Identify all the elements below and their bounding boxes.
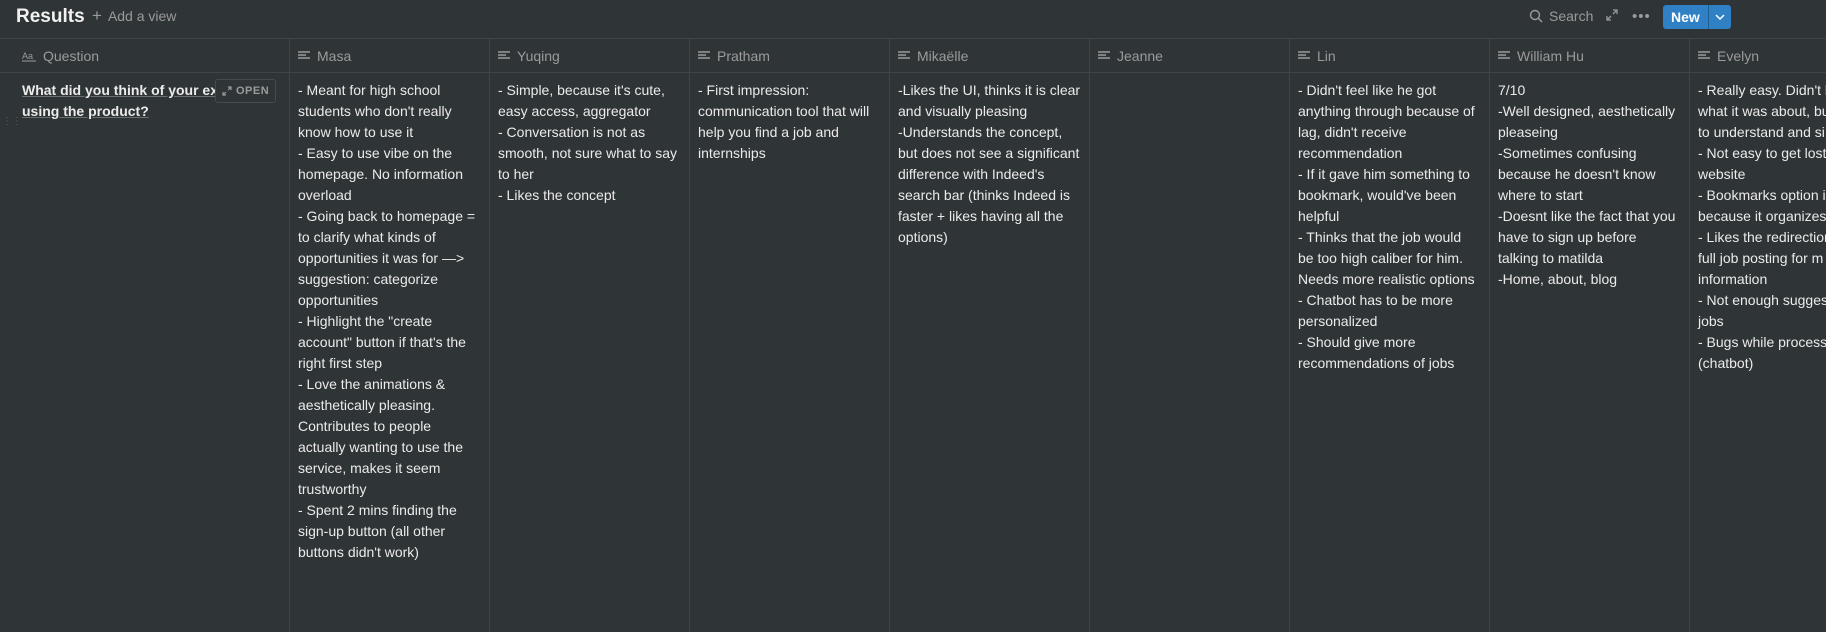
search-button[interactable]: Search	[1529, 8, 1593, 24]
text-lines-icon	[1098, 50, 1110, 59]
column-header-label: Lin	[1317, 47, 1336, 64]
column-header-yuqing[interactable]: Yuqing	[490, 39, 689, 73]
new-button[interactable]: New	[1663, 5, 1708, 29]
plus-icon: +	[92, 6, 102, 25]
column-header-pratham[interactable]: Pratham	[690, 39, 889, 73]
open-button[interactable]: OPEN	[215, 79, 277, 103]
top-bar: Results + Add a view Search ••• New	[0, 0, 1826, 36]
expand-icon[interactable]	[1606, 9, 1618, 21]
column-header-lin[interactable]: Lin	[1290, 39, 1489, 73]
column-header-mikaelle[interactable]: Mikaëlle	[890, 39, 1089, 73]
search-label: Search	[1549, 8, 1594, 24]
search-icon	[1529, 9, 1543, 23]
question-text: What did you think of your exp using the…	[22, 82, 227, 119]
column-header-william-hu[interactable]: William Hu	[1490, 39, 1689, 73]
column-header-label: Yuqing	[517, 47, 560, 64]
open-arrows-icon	[222, 86, 232, 96]
response-cell-lin[interactable]: - Didn't feel like he got anything throu…	[1290, 73, 1489, 374]
add-view-button[interactable]: + Add a view	[92, 6, 177, 25]
text-lines-icon	[498, 50, 510, 59]
more-icon[interactable]: •••	[1632, 8, 1651, 25]
response-cell-jeanne[interactable]	[1090, 73, 1289, 80]
text-lines-icon	[1698, 50, 1710, 59]
text-lines-icon	[898, 50, 910, 59]
results-table: ⋮⋮ Aa Question What did you think of you…	[0, 39, 1826, 632]
response-cell-yuqing[interactable]: - Simple, because it's cute, easy access…	[490, 73, 689, 206]
column-jeanne: Jeanne	[1090, 39, 1290, 632]
column-evelyn: Evelyn - Really easy. Didn't k what it w…	[1690, 39, 1826, 632]
column-header-label: Masa	[317, 47, 352, 64]
response-cell-pratham[interactable]: - First impression: communication tool t…	[690, 73, 889, 164]
text-lines-icon	[1498, 50, 1510, 59]
response-cell-william-hu[interactable]: 7/10 -Well designed, aesthetically pleas…	[1490, 73, 1689, 290]
response-cell-masa[interactable]: - Meant for high school students who don…	[290, 73, 489, 563]
new-button-group: New	[1663, 5, 1731, 29]
column-header-label: Mikaëlle	[917, 47, 969, 64]
question-cell[interactable]: What did you think of your exp using the…	[0, 73, 289, 122]
column-header-label: Pratham	[717, 47, 770, 64]
column-header-label: Jeanne	[1117, 47, 1163, 64]
column-masa: Masa - Meant for high school students wh…	[290, 39, 490, 632]
column-william-hu: William Hu 7/10 -Well designed, aestheti…	[1490, 39, 1690, 632]
column-header-label: William Hu	[1517, 47, 1584, 64]
open-label: OPEN	[236, 84, 270, 97]
text-lines-icon	[298, 50, 310, 59]
column-mikaelle: Mikaëlle -Likes the UI, thinks it is cle…	[890, 39, 1090, 632]
title-aa-icon: Aa	[22, 51, 36, 61]
page-title: Results	[16, 6, 85, 27]
text-lines-icon	[1298, 50, 1310, 59]
column-header-label: Question	[43, 47, 100, 64]
column-header-label: Evelyn	[1717, 47, 1760, 64]
column-question: Aa Question What did you think of your e…	[0, 39, 290, 632]
column-header-jeanne[interactable]: Jeanne	[1090, 39, 1289, 73]
add-view-label: Add a view	[107, 8, 177, 24]
column-header-evelyn[interactable]: Evelyn	[1690, 39, 1826, 73]
response-cell-evelyn[interactable]: - Really easy. Didn't k what it was abou…	[1690, 73, 1826, 374]
svg-text:Aa: Aa	[22, 51, 33, 61]
column-header-question[interactable]: Aa Question	[0, 39, 289, 73]
column-yuqing: Yuqing - Simple, because it's cute, easy…	[490, 39, 690, 632]
column-header-masa[interactable]: Masa	[290, 39, 489, 73]
new-dropdown-button[interactable]	[1707, 5, 1731, 29]
column-pratham: Pratham - First impression: communicatio…	[690, 39, 890, 632]
response-cell-mikaelle[interactable]: -Likes the UI, thinks it is clear and vi…	[890, 73, 1089, 248]
chevron-down-icon	[1715, 14, 1725, 20]
text-lines-icon	[698, 50, 710, 59]
column-lin: Lin - Didn't feel like he got anything t…	[1290, 39, 1490, 632]
